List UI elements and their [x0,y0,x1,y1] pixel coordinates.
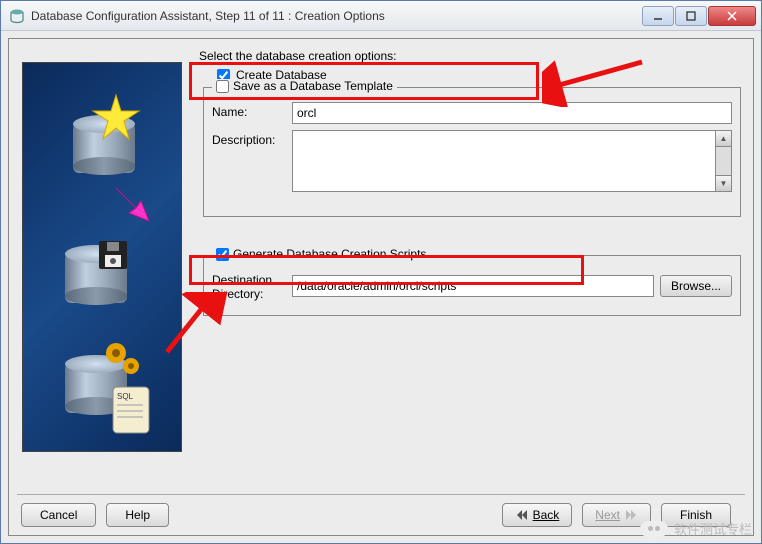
window-frame: Database Configuration Assistant, Step 1… [0,0,762,544]
dialog-body: SQL Select the database creation options… [8,38,754,536]
star-icon [91,93,141,143]
window-controls [641,6,756,26]
template-desc-input[interactable] [292,130,716,192]
window-title: Database Configuration Assistant, Step 1… [31,9,641,23]
next-button[interactable]: Next [582,503,651,527]
script-icon: SQL [109,383,157,441]
instruction-text: Select the database creation options: [199,49,741,63]
generate-scripts-label: Generate Database Creation Scripts [233,247,426,261]
titlebar: Database Configuration Assistant, Step 1… [1,1,761,31]
svg-text:SQL: SQL [117,392,134,401]
save-template-checkbox[interactable] [216,80,229,93]
floppy-icon [97,239,129,271]
scroll-down-icon[interactable]: ▼ [716,175,731,191]
dialog-buttons: Cancel Help Back Next Finish [17,494,745,527]
chevron-left-icon [515,510,527,520]
cancel-button[interactable]: Cancel [21,503,96,527]
chevron-right-icon [626,510,638,520]
generate-scripts-option[interactable]: Generate Database Creation Scripts [212,247,430,261]
back-button[interactable]: Back [502,503,573,527]
template-name-label: Name: [212,102,292,119]
options-pane: Select the database creation options: Cr… [187,47,745,494]
minimize-button[interactable] [642,6,674,26]
back-label: Back [533,508,560,522]
save-template-label: Save as a Database Template [233,79,393,93]
scroll-up-icon[interactable]: ▲ [716,131,731,147]
gears-icon [101,338,145,382]
desc-scrollbar[interactable]: ▲ ▼ [716,130,732,192]
template-name-input[interactable] [292,102,732,124]
browse-button[interactable]: Browse... [660,275,732,297]
generate-scripts-group: Generate Database Creation Scripts Desti… [203,255,741,316]
help-button[interactable]: Help [106,503,169,527]
template-desc-label: Description: [212,130,292,147]
generate-scripts-checkbox[interactable] [216,248,229,261]
maximize-button[interactable] [675,6,707,26]
save-template-group: Save as a Database Template Name: Descri… [203,87,741,217]
wizard-graphic: SQL [22,62,182,452]
close-button[interactable] [708,6,756,26]
save-template-option[interactable]: Save as a Database Template [212,79,397,93]
app-icon [9,8,25,24]
destination-label: Destination Directory: [212,270,292,301]
pink-arrow-icon [111,183,151,223]
finish-button[interactable]: Finish [661,503,731,527]
next-label: Next [595,508,620,522]
destination-input[interactable] [292,275,654,297]
